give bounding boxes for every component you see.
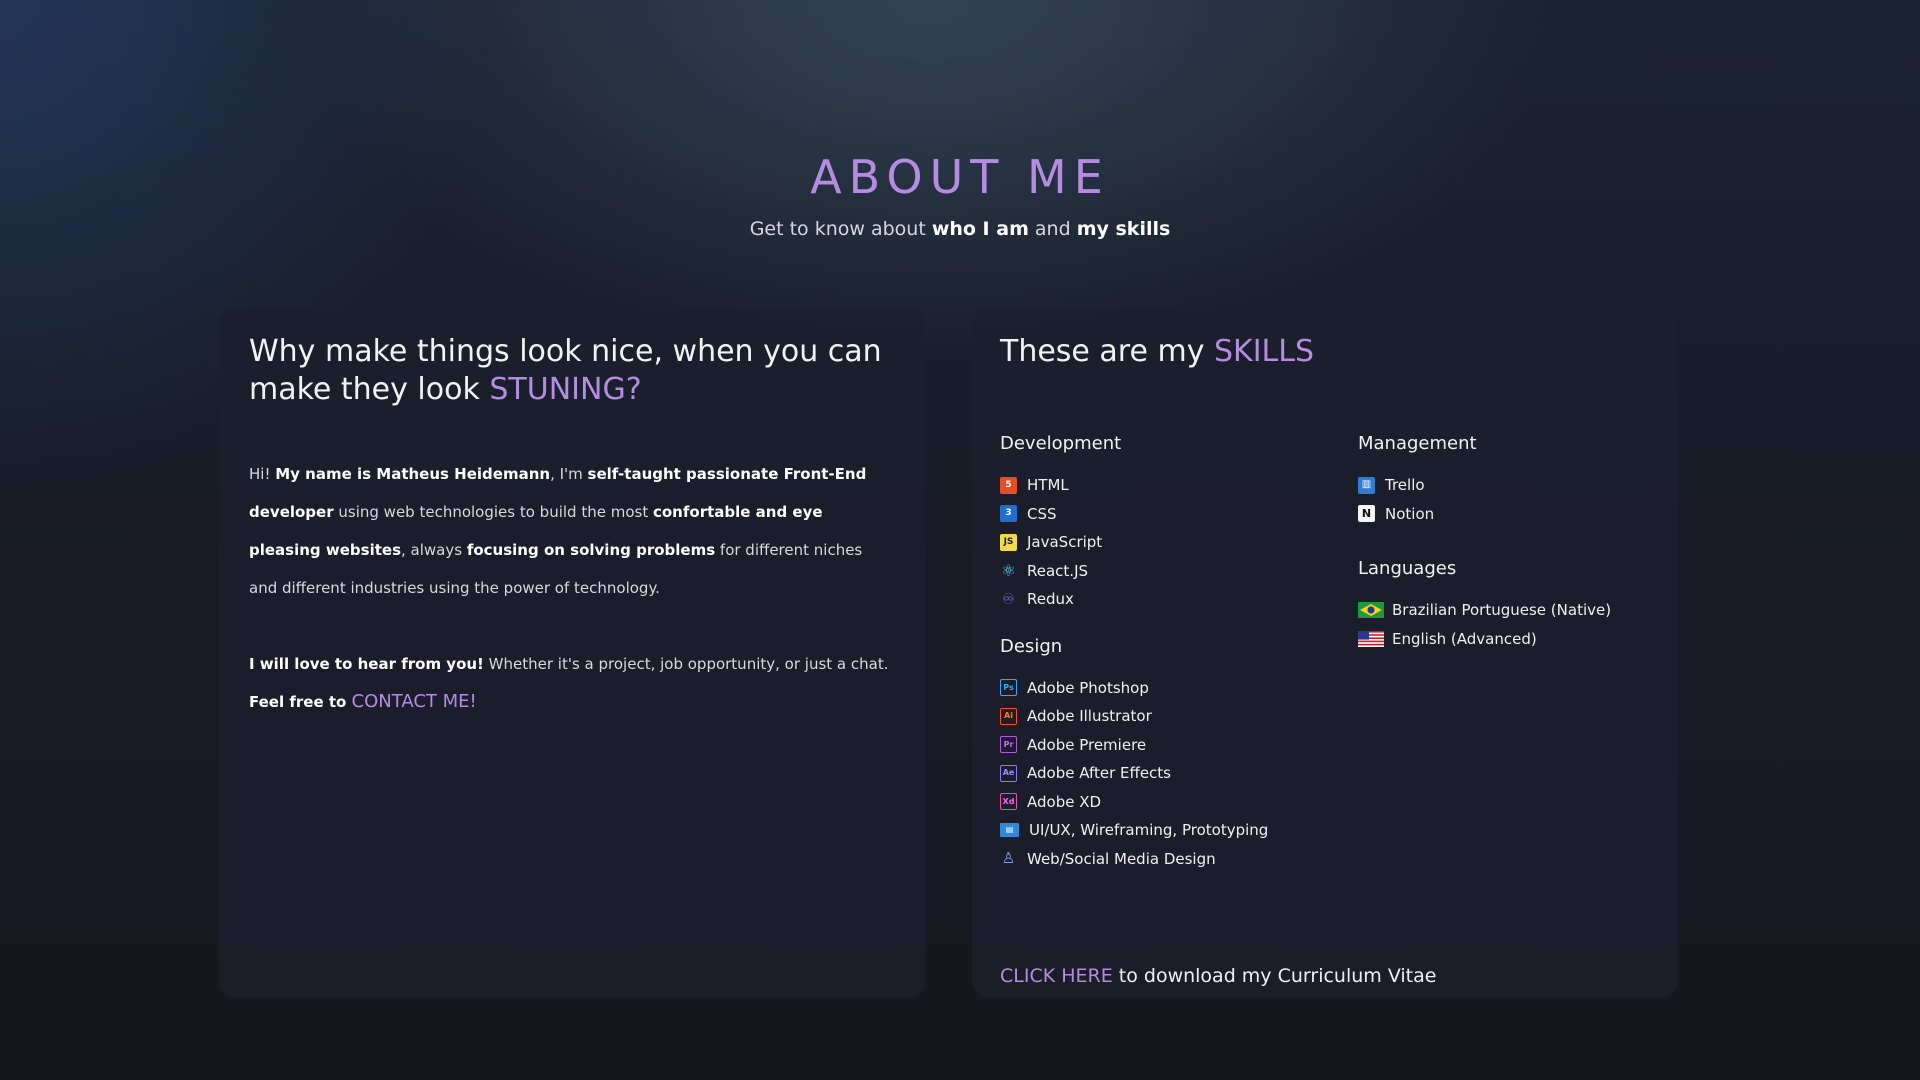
language-item-english: English (Advanced) (1358, 625, 1658, 654)
notion-icon: N (1358, 505, 1375, 523)
languages-title: Languages (1358, 558, 1457, 579)
web-design-icon: ♙ (1001, 849, 1016, 868)
about-paragraph-intro: Hi! My name is Matheus Heidemann, I'm se… (249, 455, 889, 607)
uiux-icon: ▤ (1000, 823, 1019, 838)
skill-label: Trello (1385, 476, 1425, 495)
css3-icon: 3 (1000, 505, 1017, 523)
skill-label: Web/Social Media Design (1027, 849, 1216, 868)
paragraph-text: using web technologies to build the most (333, 503, 653, 521)
love-to-hear-text: I will love to hear from you! (249, 655, 484, 673)
skill-item-notion: N Notion (1358, 500, 1658, 529)
skill-label: React.JS (1027, 561, 1089, 580)
skill-item-web-design: ♙ Web/Social Media Design (1000, 845, 1340, 874)
skill-label: Notion (1385, 504, 1435, 523)
download-cv: CLICK HERE to download my Curriculum Vit… (1000, 965, 1436, 987)
skill-label: Adobe XD (1027, 792, 1102, 811)
language-label: Brazilian Portuguese (Native) (1392, 601, 1612, 620)
skill-label: UI/UX, Wireframing, Prototyping (1029, 821, 1269, 840)
download-cv-text: to download my Curriculum Vitae (1112, 965, 1437, 987)
management-title: Management (1358, 433, 1477, 454)
skill-label: Redux (1027, 590, 1074, 609)
page-subtitle: Get to know about who I am and my skills (0, 218, 1920, 240)
subtitle-text: and (1028, 218, 1077, 240)
premiere-icon: Pr (1000, 736, 1017, 754)
skills-card: These are my SKILLS Development 5 HTML 3C… (972, 309, 1678, 997)
about-header: ABOUT ME Get to know about who I am and … (0, 150, 1920, 240)
html5-icon: 5 (1000, 476, 1017, 494)
skill-item-photoshop: Ps Adobe Photshop (1000, 674, 1340, 703)
adobe-xd-icon: Xd (1000, 793, 1017, 811)
skill-item-adobe-xd: Xd Adobe XD (1000, 788, 1340, 817)
illustrator-icon: Ai (1000, 707, 1017, 725)
paragraph-emphasis: My name is Matheus Heidemann (275, 465, 551, 483)
trello-icon: ▥ (1358, 476, 1375, 494)
about-heading: Why make things look nice, when you can … (249, 333, 889, 409)
languages-list: Brazilian Portuguese (Native) English (A… (1358, 596, 1658, 653)
usa-flag-icon (1358, 630, 1384, 647)
subtitle-my-skills: my skills (1076, 218, 1171, 240)
development-title: Development (1000, 433, 1122, 454)
photoshop-icon: Ps (1000, 679, 1017, 697)
brazil-flag-icon (1358, 602, 1384, 619)
page-title: ABOUT ME (810, 150, 1110, 204)
skill-label: Adobe Premiere (1027, 735, 1147, 754)
download-cv-link[interactable]: CLICK HERE (1000, 965, 1113, 987)
feel-free-text: Feel free to (249, 693, 352, 711)
skills-column-left: Development 5 HTML 3 CSS JS JavaScript ⚛ Rea… (1000, 433, 1340, 873)
skill-label: Adobe Illustrator (1027, 707, 1152, 726)
paragraph-text: Whether it's a project, job opportunity,… (483, 655, 889, 673)
design-list: Ps Adobe Photshop Ai Adobe Illustrator Pr A… (1000, 674, 1340, 874)
skill-item-react: ⚛ React.JS (1000, 557, 1340, 586)
skill-item-illustrator: Ai Adobe Illustrator (1000, 702, 1340, 731)
skill-label: Adobe Photshop (1027, 678, 1149, 697)
development-list: 5 HTML 3 CSS JS JavaScript ⚛ React.JS ♾ Redux (1000, 471, 1340, 614)
paragraph-text: , always (401, 541, 467, 559)
skills-heading-accent: SKILLS (1213, 334, 1315, 369)
design-title: Design (1000, 635, 1063, 657)
skill-item-javascript: JS JavaScript (1000, 528, 1340, 557)
skill-label: HTML (1027, 476, 1069, 495)
paragraph-text: Hi! (249, 465, 276, 483)
skill-item-after-effects: Ae Adobe After Effects (1000, 759, 1340, 788)
paragraph-emphasis: focusing on solving problems (466, 541, 716, 559)
about-card: Why make things look nice, when you can … (219, 309, 925, 997)
skill-item-premiere: Pr Adobe Premiere (1000, 731, 1340, 760)
skill-item-trello: ▥ Trello (1358, 471, 1658, 500)
language-item-portuguese: Brazilian Portuguese (Native) (1358, 596, 1658, 625)
javascript-icon: JS (1000, 533, 1017, 551)
skill-label: CSS (1027, 504, 1057, 523)
subtitle-who-i-am: who I am (931, 218, 1029, 240)
skill-label: Adobe After Effects (1027, 764, 1171, 783)
skill-item-uiux: ▤ UI/UX, Wireframing, Prototyping (1000, 816, 1340, 845)
about-paragraph-contact: I will love to hear from you! Whether it… (249, 645, 889, 721)
skills-heading-text: These are my (1000, 334, 1214, 369)
paragraph-text: , I'm (550, 465, 588, 483)
react-icon: ⚛ (1001, 560, 1016, 580)
about-heading-accent: STUNING? (489, 372, 642, 407)
skill-item-html: 5 HTML (1000, 471, 1340, 500)
skills-heading: These are my SKILLS (1000, 333, 1660, 371)
skill-label: JavaScript (1027, 533, 1103, 552)
after-effects-icon: Ae (1000, 764, 1017, 782)
management-list: ▥ Trello N Notion (1358, 471, 1658, 528)
redux-icon: ♾ (1001, 589, 1016, 608)
subtitle-text: Get to know about (749, 218, 932, 240)
skill-item-redux: ♾ Redux (1000, 585, 1340, 614)
contact-me-link[interactable]: CONTACT ME! (352, 691, 477, 712)
skill-item-css: 3 CSS (1000, 500, 1340, 529)
skills-column-right: Management ▥ Trello N Notion Languages Bra… (1358, 433, 1658, 653)
language-label: English (Advanced) (1392, 629, 1537, 648)
